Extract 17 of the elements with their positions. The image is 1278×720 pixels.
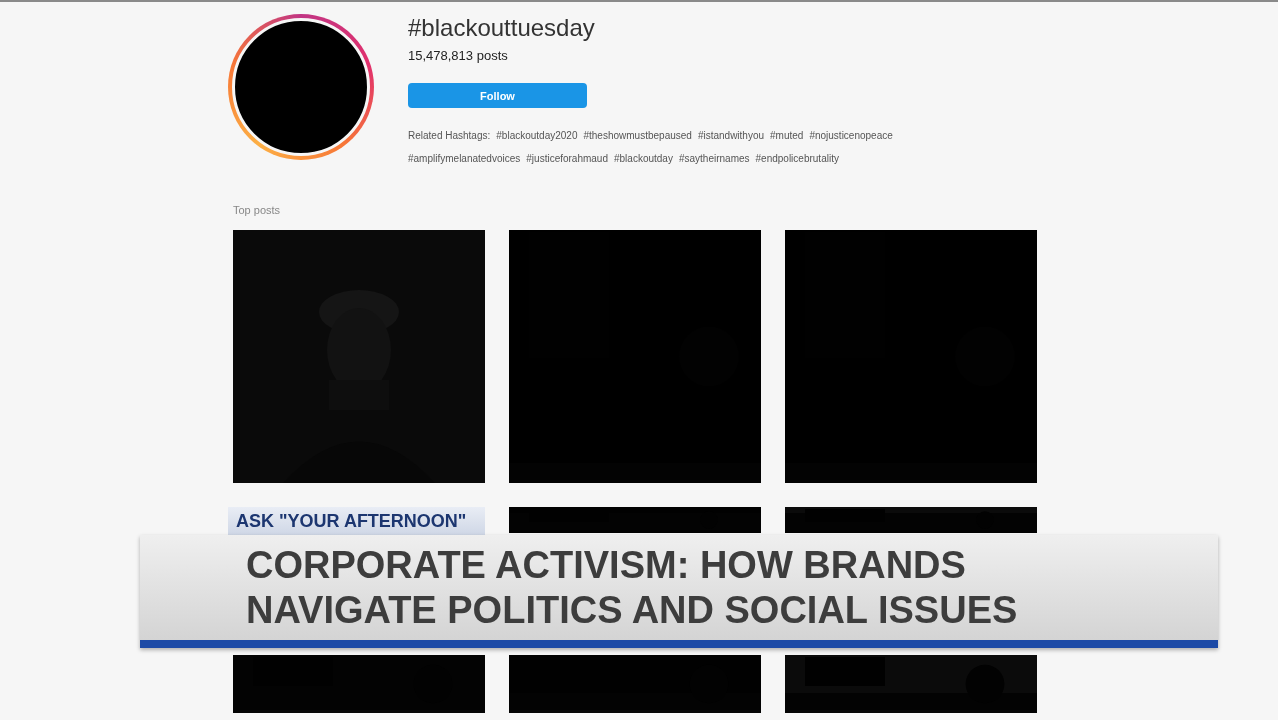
show-tag: ASK "YOUR AFTERNOON" xyxy=(228,507,485,535)
hashtag-link[interactable]: #blackoutday xyxy=(614,147,673,170)
hashtag-link[interactable]: #amplifymelanatedvoices xyxy=(408,147,521,170)
hashtag-link[interactable]: #blackoutday2020 xyxy=(496,124,578,147)
headline: CORPORATE ACTIVISM: HOW BRANDS xyxy=(246,543,967,588)
section-heading: Top posts xyxy=(233,204,282,216)
hashtag-link[interactable]: #muted xyxy=(770,124,804,147)
related-label: Related Hashtags: xyxy=(408,129,491,143)
hashtag-link[interactable]: #saytheirnames xyxy=(678,147,750,170)
headline: NAVIGATE POLITICS AND SOCIAL ISSUES xyxy=(246,588,1019,633)
hashtag-link[interactable]: #nojusticenopeace xyxy=(809,124,893,147)
posts-count: 15,478,813 posts xyxy=(408,48,508,63)
hashtag-link[interactable]: #endpolicebrutality xyxy=(755,147,839,170)
hashtag-link[interactable]: #justiceforahmaud xyxy=(526,147,608,170)
hashtag-link[interactable]: #istandwithyou xyxy=(697,124,765,147)
hashtag-title: #blackouttuesday xyxy=(408,14,595,42)
hashtag-link[interactable]: #theshowmustbepaused xyxy=(583,124,692,147)
